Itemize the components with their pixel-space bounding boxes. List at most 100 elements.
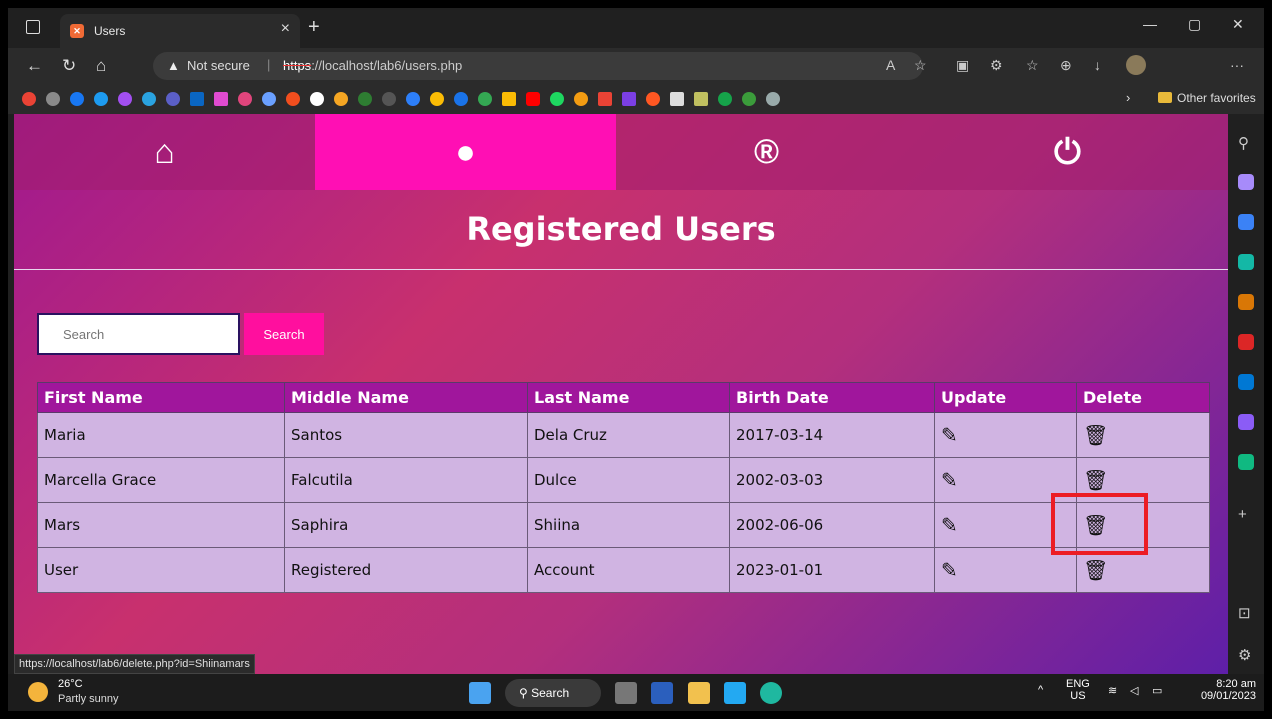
github-icon[interactable]	[310, 92, 324, 106]
other-favorites[interactable]: Other favorites	[1158, 91, 1256, 105]
table-row: Marcella Grace Falcutila Dulce 2002-03-0…	[37, 457, 1210, 503]
keep-icon[interactable]	[502, 92, 516, 106]
bookmark-icon[interactable]	[694, 92, 708, 106]
telegram-icon[interactable]	[142, 92, 156, 106]
edx-icon[interactable]	[382, 92, 396, 106]
search-button[interactable]: Search	[244, 313, 324, 355]
tree-icon[interactable]	[1238, 454, 1254, 470]
bookmark-icon[interactable]	[46, 92, 60, 106]
word-icon[interactable]	[651, 682, 673, 704]
nav-logout[interactable]: ⏻	[917, 114, 1218, 190]
bookmark-icon[interactable]	[454, 92, 468, 106]
games-icon[interactable]	[1238, 294, 1254, 310]
clock[interactable]: 8:20 am 09/01/2023	[1201, 678, 1256, 702]
cell-last-name: Dulce	[527, 457, 730, 503]
google-icon[interactable]	[22, 92, 36, 106]
edit-pencil-icon[interactable]: ✎	[941, 558, 958, 582]
more-menu-icon[interactable]: ···	[1230, 57, 1244, 73]
bookmark-icon[interactable]	[742, 92, 756, 106]
wifi-icon[interactable]: ≋	[1108, 684, 1117, 697]
designer-icon[interactable]	[1238, 414, 1254, 430]
file-explorer-icon[interactable]	[688, 682, 710, 704]
home-browser-icon[interactable]: ⌂	[96, 56, 106, 76]
battery-icon[interactable]: ▭	[1152, 684, 1162, 697]
edit-pencil-icon[interactable]: ✎	[941, 423, 958, 447]
downloads-icon[interactable]: ↓	[1094, 57, 1101, 73]
volume-icon[interactable]: ◁	[1130, 684, 1138, 697]
bookmark-icon[interactable]	[358, 92, 372, 106]
search-input[interactable]	[37, 313, 240, 355]
figma-icon[interactable]	[286, 92, 300, 106]
extensions-puzzle-icon[interactable]: ⚙	[990, 57, 1003, 74]
cell-first-name: Maria	[37, 412, 285, 458]
trash-icon[interactable]: 🗑	[1083, 558, 1108, 582]
messenger-icon[interactable]	[118, 92, 132, 106]
date-label: 09/01/2023	[1200, 690, 1256, 702]
extension-icon[interactable]: ▣	[956, 57, 969, 74]
tab-actions-icon[interactable]	[26, 20, 40, 34]
bookmark-icon[interactable]	[766, 92, 780, 106]
bookmark-icon[interactable]	[646, 92, 660, 106]
bookmark-icon[interactable]	[238, 92, 252, 106]
facebook-icon[interactable]	[70, 92, 84, 106]
restore-icon[interactable]: ▢	[1188, 16, 1201, 33]
coursera-icon[interactable]	[406, 92, 420, 106]
teams-icon[interactable]	[166, 92, 180, 106]
bookmark-icon[interactable]	[214, 92, 228, 106]
edge-icon[interactable]	[760, 682, 782, 704]
new-tab-icon[interactable]: +	[308, 16, 320, 39]
close-tab-icon[interactable]: ×	[281, 20, 290, 38]
bookmark-icon[interactable]	[334, 92, 348, 106]
address-bar[interactable]: ▲ Not secure | https://localhost/lab6/us…	[153, 52, 923, 80]
edge-sidebar: ⚲ + ⊡ ⚙	[1228, 114, 1264, 674]
tools-icon[interactable]	[1238, 254, 1254, 270]
trash-icon[interactable]: 🗑	[1083, 468, 1108, 492]
office-icon[interactable]	[1238, 334, 1254, 350]
add-icon[interactable]: +	[1238, 506, 1247, 523]
google-icon[interactable]	[430, 92, 444, 106]
tab-users[interactable]: ✕ Users ×	[60, 14, 300, 48]
sidebar-toggle-icon[interactable]: ⊡	[1238, 604, 1251, 622]
back-icon[interactable]: ←	[26, 56, 43, 76]
edit-pencil-icon[interactable]: ✎	[941, 468, 958, 492]
settings-gear-icon[interactable]: ⚙	[1238, 646, 1251, 664]
shopping-tag-icon[interactable]	[1238, 214, 1254, 230]
user-icon: ●	[455, 133, 476, 171]
taskbar-search[interactable]: ⚲ Search	[505, 679, 601, 707]
bookmark-icon[interactable]	[622, 92, 636, 106]
linkedin-icon[interactable]	[190, 92, 204, 106]
twitter-icon[interactable]	[94, 92, 108, 106]
chevron-right-icon[interactable]: ›	[1126, 90, 1140, 105]
edit-pencil-icon[interactable]: ✎	[941, 513, 958, 537]
close-window-icon[interactable]: ✕	[1232, 16, 1244, 33]
bookmark-icon[interactable]	[718, 92, 732, 106]
youtube-icon[interactable]	[526, 92, 540, 106]
task-view-icon[interactable]	[615, 682, 637, 704]
weather-icon[interactable]	[28, 682, 48, 702]
windows-start-icon[interactable]	[469, 682, 491, 704]
minimize-icon[interactable]: —	[1143, 16, 1157, 32]
search-icon[interactable]: ⚲	[1238, 134, 1249, 152]
gmail-icon[interactable]	[598, 92, 612, 106]
trash-icon[interactable]: 🗑	[1083, 423, 1108, 447]
copilot-icon[interactable]	[1238, 174, 1254, 190]
bookmark-icon[interactable]	[574, 92, 588, 106]
favorites-icon[interactable]: ☆	[1026, 57, 1039, 74]
nav-register[interactable]: ®	[616, 114, 917, 190]
collections-icon[interactable]: ⊕	[1060, 57, 1072, 74]
vscode-icon[interactable]	[724, 682, 746, 704]
read-aloud-icon[interactable]: A	[886, 57, 895, 73]
language-indicator[interactable]: ENG US	[1066, 678, 1090, 702]
outlook-icon[interactable]	[1238, 374, 1254, 390]
profile-avatar-icon[interactable]	[1126, 55, 1146, 75]
drive-icon[interactable]	[478, 92, 492, 106]
power-icon: ⏻	[1054, 133, 1081, 171]
nav-users[interactable]: ●	[315, 114, 616, 190]
bookmark-icon[interactable]	[262, 92, 276, 106]
refresh-icon[interactable]: ↻	[62, 56, 76, 76]
favorite-star-icon[interactable]: ☆	[914, 57, 927, 74]
tray-chevron-icon[interactable]: ^	[1038, 684, 1043, 696]
spotify-icon[interactable]	[550, 92, 564, 106]
nav-home[interactable]: ⌂	[14, 114, 315, 190]
page-icon[interactable]	[670, 92, 684, 106]
